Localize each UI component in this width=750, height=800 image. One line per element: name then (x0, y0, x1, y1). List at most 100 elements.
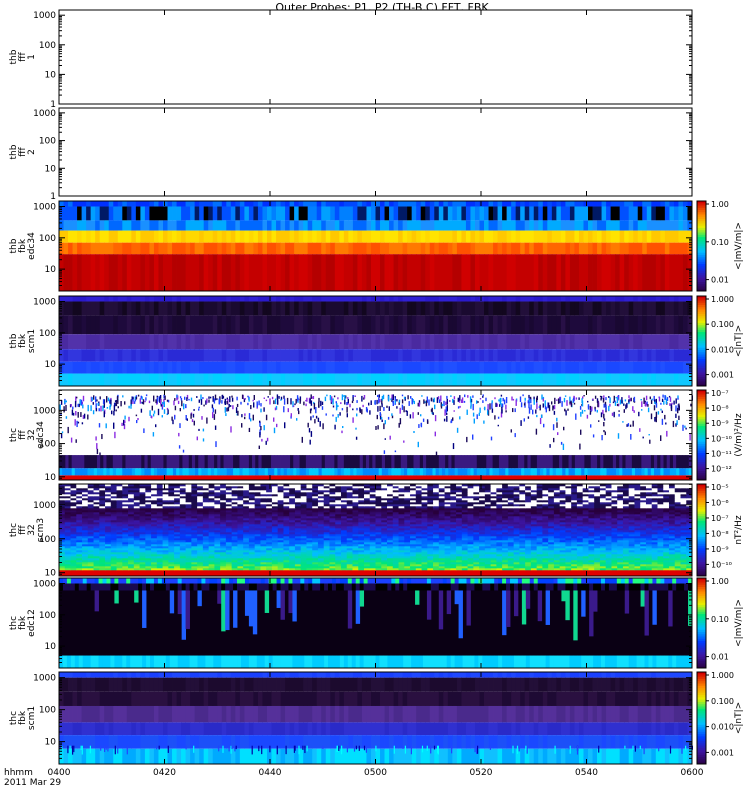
cell-p4-band1 (628, 301, 634, 316)
cell-lo (457, 468, 462, 476)
cell-lo (188, 468, 193, 476)
cell-p4-band5 (565, 361, 571, 374)
cell-mid (353, 455, 357, 469)
cell-p6 (323, 558, 330, 561)
cell-p4-band5 (588, 361, 593, 374)
cell-p3-band4 (68, 242, 73, 255)
cell-p6 (168, 568, 175, 571)
cell-p3-band1 (642, 206, 648, 221)
cell-p4-band1 (434, 301, 440, 316)
cell-p6 (179, 572, 186, 575)
cell-p4-band0 (601, 296, 607, 302)
cell-p4-band3 (352, 334, 358, 350)
cell-p6 (421, 554, 428, 557)
cell-mid (521, 455, 525, 469)
cell-p6 (594, 568, 601, 571)
speck (401, 404, 404, 410)
cell-p6 (358, 560, 365, 563)
cell-p4-band4 (81, 349, 87, 362)
cell-p3-band1 (615, 206, 621, 221)
cell-lo (223, 468, 228, 476)
cell-p6 (622, 570, 630, 573)
cell-lo (207, 468, 212, 476)
cell-p6 (582, 560, 589, 563)
speck (660, 435, 662, 441)
cell-p4-band3 (619, 334, 625, 350)
cell-p3-band5 (429, 254, 435, 291)
cell-p3-band0 (425, 201, 431, 207)
cell-p3-band0 (77, 201, 83, 207)
cell-mid (112, 455, 117, 469)
cell-p3-band3 (655, 230, 661, 243)
cell-p6 (254, 564, 261, 567)
cell-p3-band4 (655, 242, 661, 255)
cell-mid (229, 455, 234, 469)
speck (528, 394, 530, 398)
speck (116, 395, 119, 402)
cell-red (388, 475, 392, 480)
speck (99, 396, 101, 400)
cell-p6 (565, 558, 572, 561)
cell-p6 (122, 554, 129, 557)
cell-p3-band3 (588, 230, 593, 243)
speck (632, 406, 634, 412)
cell-p6 (185, 558, 192, 561)
cell-p6 (237, 554, 244, 557)
cell-mid (201, 455, 205, 469)
cell-p3-band5 (678, 254, 684, 291)
cell-p4-band1 (420, 301, 426, 316)
cell-p6 (576, 558, 584, 561)
cell-p4-band0 (556, 296, 562, 302)
speck (566, 400, 568, 406)
cell-p6 (254, 560, 261, 563)
cell-p3-band0 (578, 201, 584, 207)
cell-mid (495, 455, 500, 469)
speck (317, 417, 320, 422)
cell-p4-band2 (321, 315, 327, 335)
cell-p6 (490, 560, 497, 563)
cell-p3-band3 (149, 230, 155, 243)
cell-mid (676, 455, 680, 469)
cell-p6 (352, 566, 359, 569)
cell-mid (356, 455, 361, 469)
y-tick-label: 1000 (33, 109, 56, 119)
speck (77, 403, 79, 407)
cell-lo (410, 468, 414, 476)
cell-p4-band0 (610, 296, 616, 302)
cell-mid (226, 455, 231, 469)
speck (198, 408, 200, 411)
cell-p3-band4 (162, 242, 168, 255)
cell-p6 (628, 566, 635, 569)
cell-p6 (335, 564, 342, 567)
cell-p4-band0 (470, 296, 476, 302)
speck (232, 405, 234, 410)
cell-red (590, 475, 595, 480)
cell-p6 (300, 556, 307, 559)
speck (587, 400, 589, 403)
cell-p4-band4 (398, 349, 404, 362)
speck (161, 404, 164, 408)
cell-p3-band4 (294, 242, 300, 255)
cell-red (492, 475, 497, 480)
cell-red (103, 475, 107, 480)
cell-p6 (312, 564, 319, 567)
cell-p4-band3 (153, 334, 159, 350)
cell-red (650, 475, 655, 480)
cell-p4-band5 (330, 361, 336, 374)
cell-p4-band1 (578, 301, 584, 316)
cell-p6 (663, 558, 670, 561)
cell-p4-band0 (95, 296, 101, 302)
cell-p3-band4 (343, 242, 349, 255)
cell-p3-band0 (484, 201, 489, 207)
cell-p6 (530, 556, 538, 559)
cell-p3-band4 (185, 242, 191, 255)
cell-p6 (312, 566, 319, 569)
speck (381, 403, 383, 408)
cell-p6 (427, 564, 434, 567)
cell-p6 (617, 572, 624, 575)
cell-red (410, 475, 414, 480)
speck (421, 395, 423, 397)
speck (136, 420, 138, 424)
cell-p6 (375, 570, 382, 573)
cell-red (489, 475, 493, 480)
